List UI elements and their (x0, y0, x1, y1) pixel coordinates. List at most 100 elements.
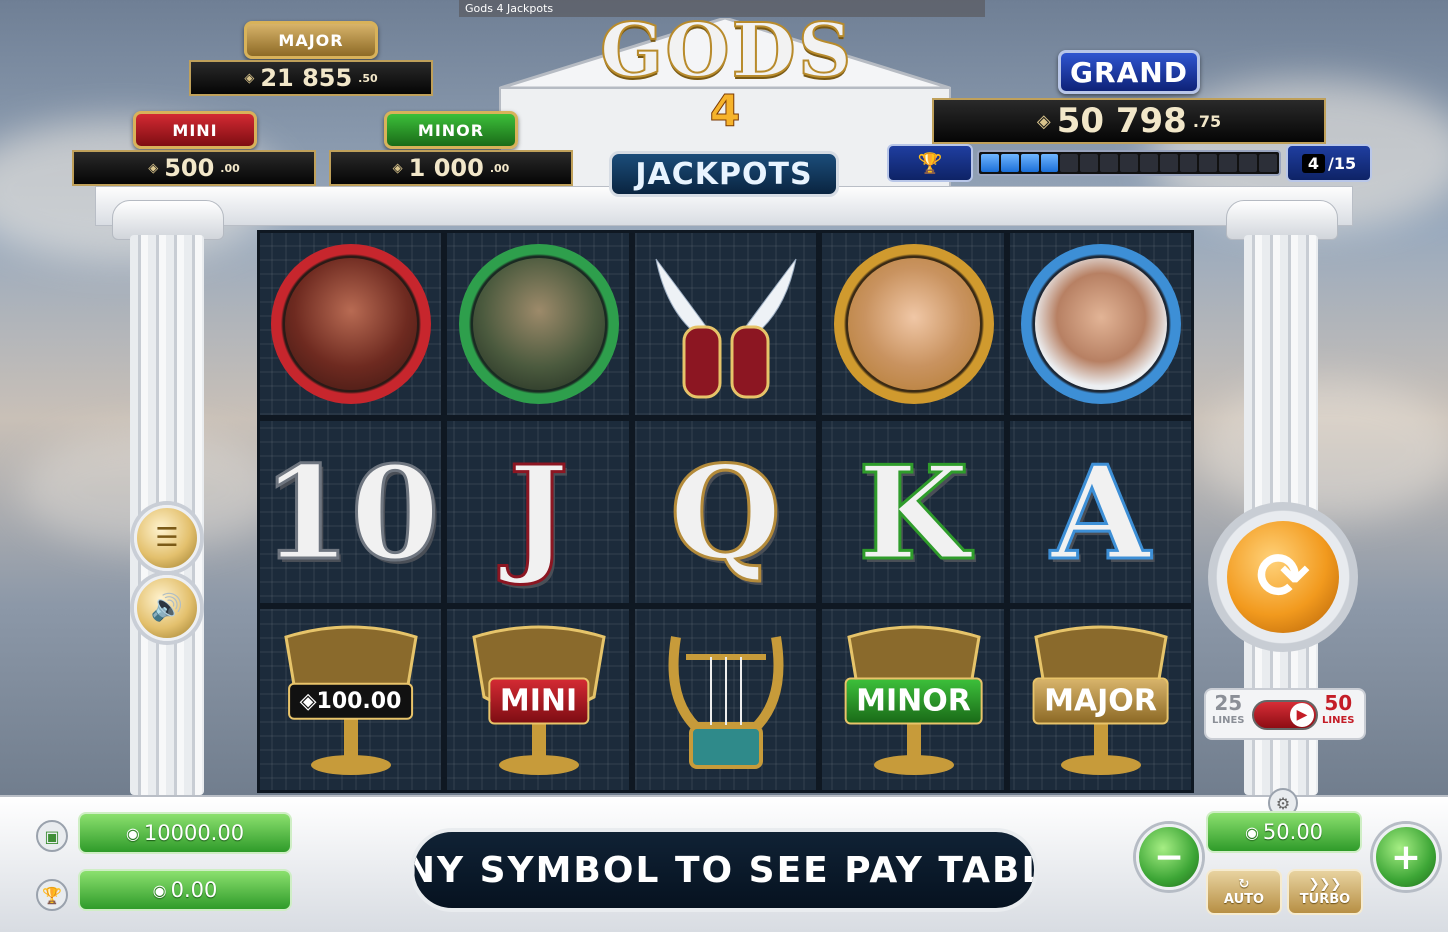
spin-arrows-icon: ⟳ (1227, 521, 1339, 633)
lines-low-caption: LINES (1212, 715, 1245, 726)
mini-jackpot-cents: .00 (220, 161, 240, 175)
bet-value: 50.00 (1262, 820, 1324, 844)
balance-credit: 10000.00 (143, 821, 245, 845)
eye-icon: ◉ (125, 823, 140, 843)
balance-display: ◉ 10000.00 (78, 812, 292, 854)
ares-icon (270, 243, 431, 404)
progress-segment (1199, 154, 1218, 172)
symbol-hermes-sandals[interactable] (632, 230, 819, 417)
symbol-k[interactable]: K (820, 420, 1007, 607)
cup-minor-label: MINOR (844, 677, 983, 725)
trophy-button[interactable]: 🏆 (887, 144, 973, 182)
trophy-icon: 🏆 (36, 879, 68, 911)
grand-jackpot-amount: 50 798 (1056, 101, 1187, 141)
turbo-button[interactable]: ❯❯❯ TURBO (1287, 869, 1363, 915)
auto-label: AUTO (1223, 892, 1265, 907)
symbol-cup-cash[interactable]: ◈100.00 (257, 608, 444, 795)
lines-toggle[interactable]: 25 LINES ▶ 50 LINES (1204, 688, 1366, 740)
coin-icon: ◈ (148, 160, 159, 176)
progress-segment (1040, 154, 1059, 172)
symbol-j[interactable]: J (445, 420, 632, 607)
lyre-icon (668, 635, 783, 769)
menu-icon: ☰ (155, 523, 179, 553)
auto-button[interactable]: ↻ AUTO (1206, 869, 1282, 915)
progress-segment (1159, 154, 1178, 172)
auto-icon: ↻ (1238, 877, 1250, 892)
mini-jackpot-value: ◈ 500 .00 (72, 150, 316, 186)
symbol-hades[interactable] (445, 230, 632, 417)
coin-icon: ◈ (392, 160, 403, 176)
symbol-a[interactable]: A (1007, 420, 1194, 607)
coin-icon: ◈ (244, 70, 255, 86)
major-jackpot-amount: 21 855 (260, 64, 353, 92)
progress-segment (981, 154, 999, 172)
cup-mini-label: MINI (487, 677, 590, 725)
minor-jackpot-cents: .00 (489, 161, 510, 175)
progress-segment (1139, 154, 1158, 172)
eye-icon: ◉ (152, 880, 167, 900)
wallet-icon: ▣ (36, 820, 68, 852)
symbol-10[interactable]: 10 (257, 420, 444, 607)
lines-high: 50 LINES (1322, 693, 1355, 730)
progress-segment (1100, 154, 1119, 172)
symbol-cup-mini[interactable]: MINI (445, 608, 632, 795)
symbol-aphrodite[interactable] (820, 230, 1007, 417)
grand-jackpot-label: GRAND (1058, 50, 1200, 94)
coin-icon: ◈ (1036, 110, 1051, 132)
symbol-lyre[interactable] (632, 608, 819, 795)
grand-jackpot-value: ◈ 50 798.75 (932, 98, 1326, 144)
jackpot-progress-bar (977, 150, 1281, 176)
hermes-sandals-icon (655, 258, 796, 398)
progress-counter: 4 /15 (1286, 144, 1372, 182)
progress-segment (1219, 154, 1238, 172)
zeus-icon (1020, 243, 1181, 404)
progress-segment (1239, 154, 1258, 172)
win-display: ◉ 0.00 (78, 869, 292, 911)
progress-segment (1179, 154, 1198, 172)
card-10: 10 (260, 437, 441, 590)
sound-button[interactable]: 🔊 (134, 575, 200, 641)
decrease-bet-button[interactable]: − (1136, 824, 1202, 890)
win-amount: 0.00 (170, 878, 218, 902)
minor-jackpot-value: ◈ 1 000 .00 (329, 150, 573, 186)
progress-segment (1120, 154, 1138, 172)
lines-low: 25 LINES (1212, 693, 1245, 730)
card-q: Q (668, 437, 782, 590)
mini-jackpot-amount: 500 (164, 154, 215, 182)
symbol-cup-major[interactable]: MAJOR (1007, 608, 1194, 795)
progress-total: /15 (1328, 153, 1357, 173)
symbol-ares[interactable] (257, 230, 444, 417)
menu-button[interactable]: ☰ (134, 505, 200, 571)
progress-segment (1259, 154, 1277, 172)
cup-major-label: MAJOR (1032, 677, 1169, 725)
increase-bet-button[interactable]: + (1373, 824, 1439, 890)
progress-segment (1060, 154, 1079, 172)
symbol-cup-minor[interactable]: MINOR (820, 608, 1007, 795)
symbol-q[interactable]: Q (632, 420, 819, 607)
progress-current: 4 (1301, 153, 1326, 173)
aphrodite-icon (833, 243, 994, 404)
cup-cash-amount: 100.00 (316, 688, 402, 714)
major-jackpot-value: ◈ 21 855 .50 (189, 60, 433, 96)
card-a: A (1049, 437, 1151, 590)
progress-segment (1020, 154, 1039, 172)
progress-segment (1080, 154, 1099, 172)
hades-icon (458, 243, 619, 404)
card-k: K (856, 437, 970, 590)
symbol-zeus[interactable] (1007, 230, 1194, 417)
progress-segment (1000, 154, 1019, 172)
logo-subtitle: JACKPOTS (609, 151, 839, 197)
play-icon: ▶ (1290, 703, 1314, 727)
paytable-banner[interactable]: ANY SYMBOL TO SEE PAY TABLE (410, 828, 1038, 912)
eye-icon: ◉ (1244, 822, 1259, 842)
logo-number: 4 (709, 86, 741, 138)
cup-cash-value: ◈100.00 (287, 682, 414, 720)
spin-button[interactable]: ⟳ (1208, 502, 1358, 652)
lines-switch[interactable]: ▶ (1252, 700, 1318, 730)
left-column (112, 200, 224, 800)
bet-display: ◉ 50.00 (1206, 811, 1362, 853)
lines-high-caption: LINES (1322, 715, 1355, 726)
mini-jackpot-label: MINI (133, 111, 257, 149)
reel-grid[interactable]: 10 J Q K A ◈100.00 MINI MINOR MAJOR (257, 230, 1194, 793)
minor-jackpot-amount: 1 000 (408, 154, 484, 182)
